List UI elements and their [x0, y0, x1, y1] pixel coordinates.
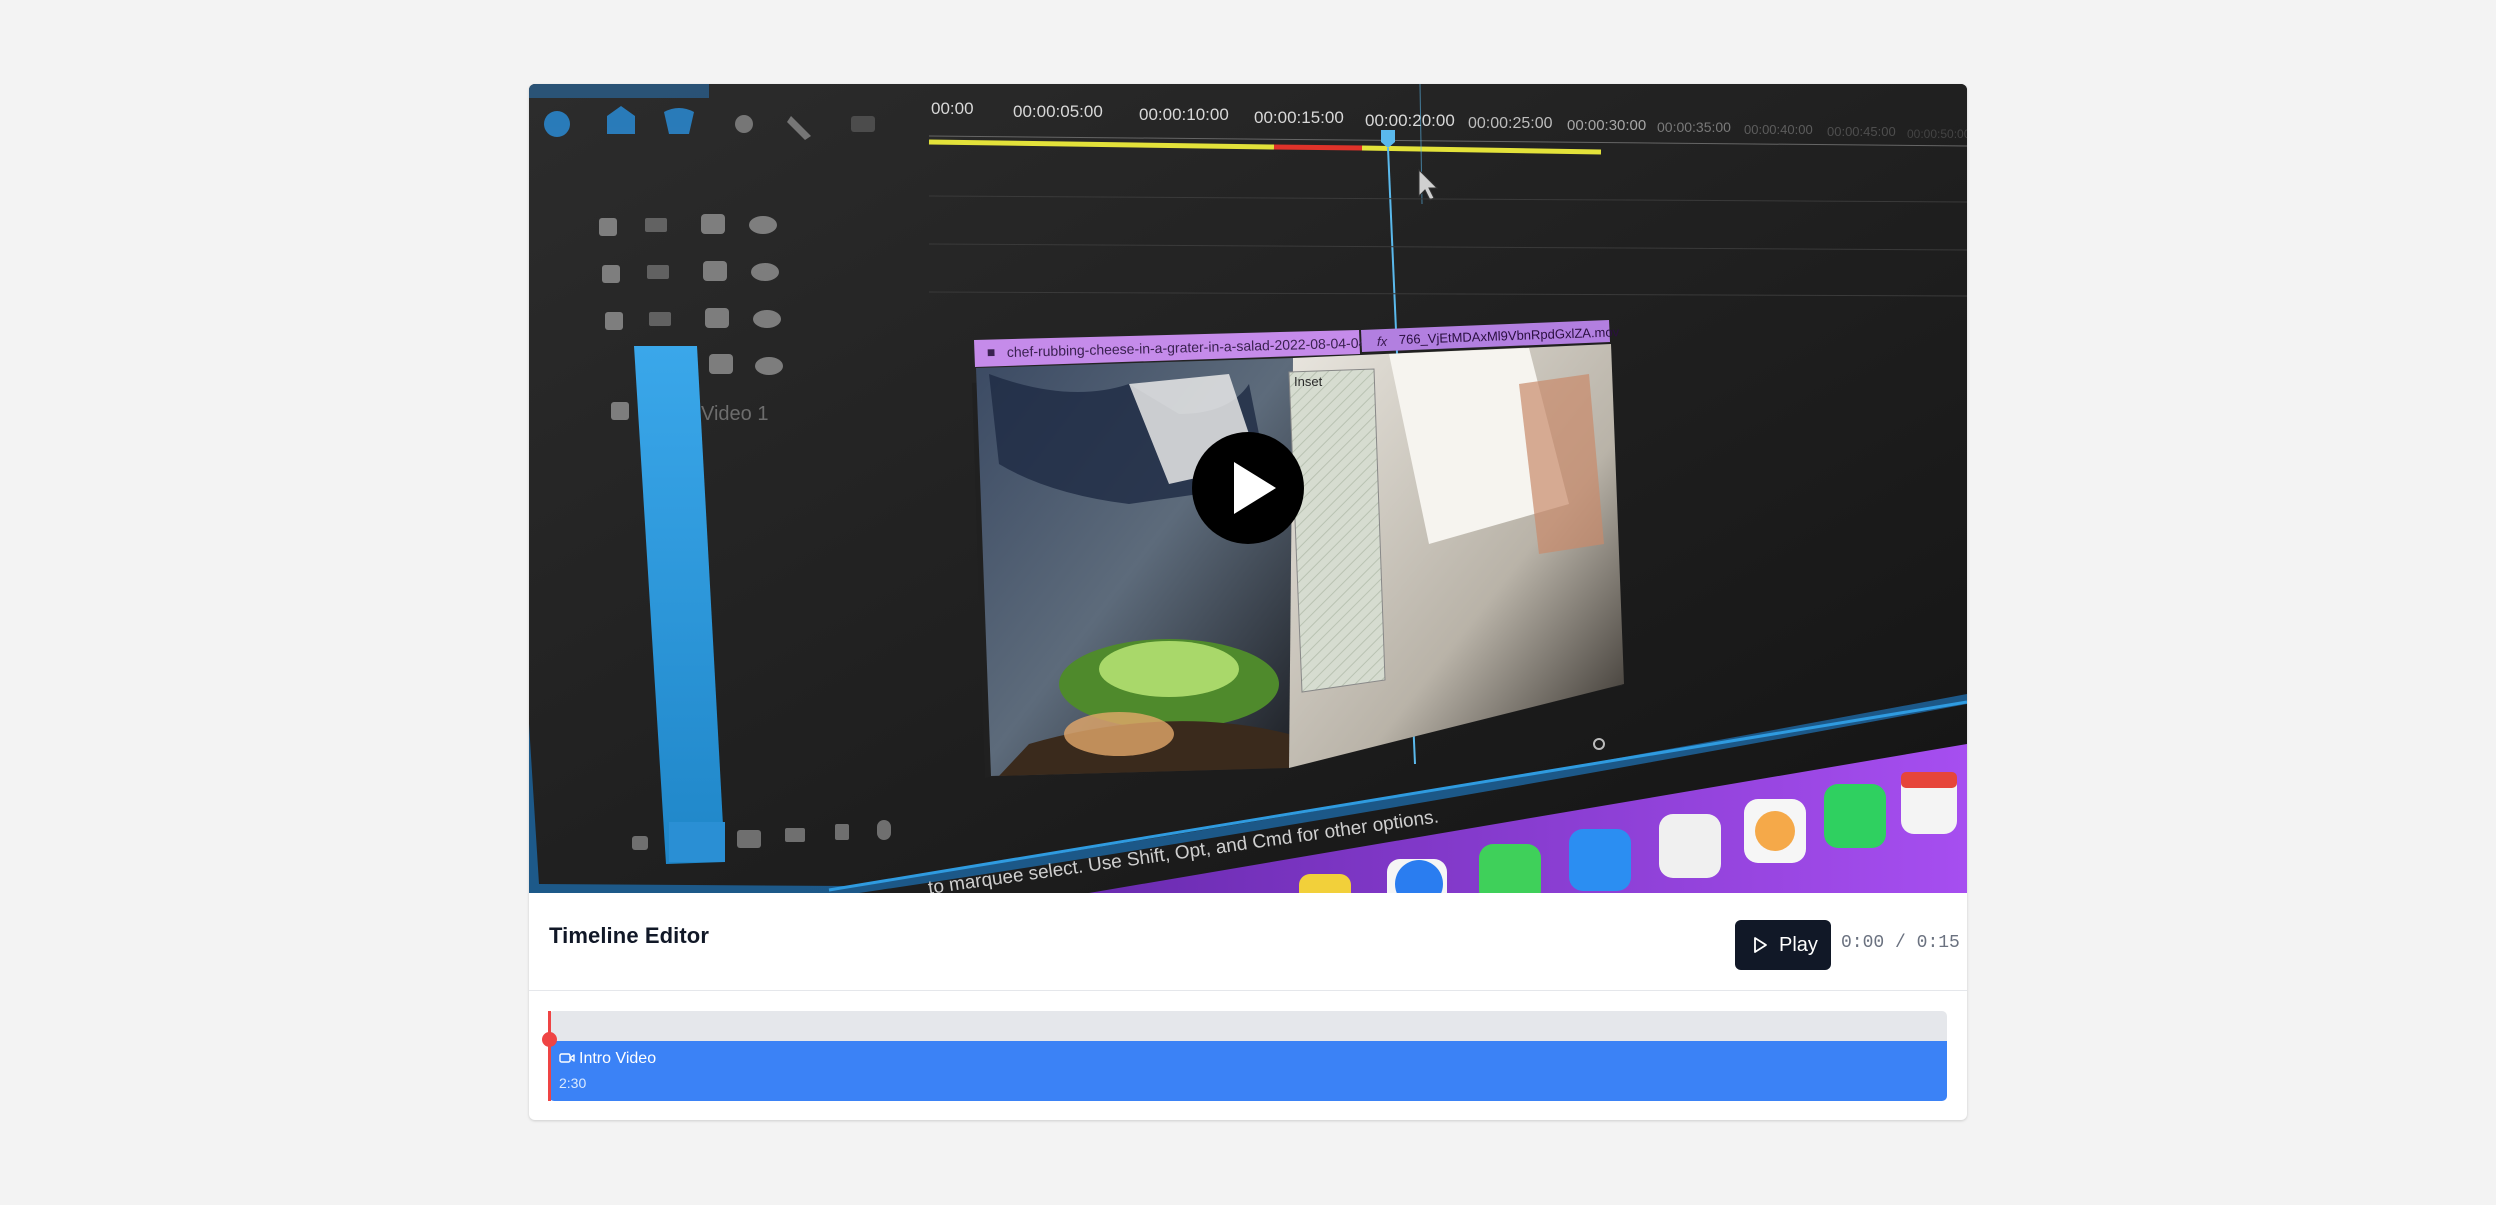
total-time: 0:15: [1916, 933, 1960, 953]
timecode-8: 00:00:40:00: [1744, 122, 1813, 137]
timecode-3: 00:00:15:00: [1254, 108, 1344, 127]
timeline-track-area[interactable]: Intro Video 2:30: [542, 1011, 1947, 1101]
play-button[interactable]: Play: [1735, 920, 1831, 970]
timecode-0: 00:00: [931, 99, 974, 118]
timecode-6: 00:00:30:00: [1567, 117, 1646, 134]
timeline-clip[interactable]: Intro Video 2:30: [549, 1041, 1947, 1101]
inset-label: Inset: [1294, 374, 1323, 389]
play-overlay-button[interactable]: [1192, 432, 1304, 544]
video-camera-icon: [559, 1053, 575, 1063]
clip-b-fx: fx: [1377, 334, 1388, 349]
timecode-2: 00:00:10:00: [1139, 105, 1229, 124]
timecode-4: 00:00:20:00: [1365, 111, 1455, 130]
track-label: Video 1: [701, 403, 768, 425]
timecode-5: 00:00:25:00: [1468, 115, 1553, 132]
play-button-label: Play: [1779, 934, 1818, 956]
video-preview[interactable]: 00:00 00:00:05:00 00:00:10:00 00:00:15:0…: [529, 84, 1967, 893]
timeline-playhead[interactable]: [542, 1011, 557, 1101]
current-time: 0:00: [1841, 933, 1885, 953]
play-outline-icon: [1754, 937, 1767, 953]
time-readout: 0:00 / 0:15: [1841, 933, 1960, 953]
svg-text:■: ■: [987, 344, 996, 360]
play-icon: [1234, 462, 1276, 514]
timecode-1: 00:00:05:00: [1013, 102, 1103, 121]
timecode-7: 00:00:35:00: [1657, 119, 1731, 135]
clip-name: Intro Video: [579, 1050, 657, 1067]
playhead-handle[interactable]: [542, 1032, 557, 1047]
time-separator: /: [1895, 933, 1906, 953]
timecode-9: 00:00:45:00: [1827, 124, 1896, 139]
clip-duration: 2:30: [559, 1075, 587, 1091]
editor-toolbar: Timeline Editor Play 0:00 / 0:15: [529, 893, 1967, 991]
timeline-editor-card: 00:00 00:00:05:00 00:00:10:00 00:00:15:0…: [529, 84, 1967, 1120]
timecode-10: 00:00:50:00: [1907, 127, 1967, 141]
editor-title: Timeline Editor: [549, 923, 710, 948]
timeline-ruler[interactable]: [549, 1011, 1947, 1041]
